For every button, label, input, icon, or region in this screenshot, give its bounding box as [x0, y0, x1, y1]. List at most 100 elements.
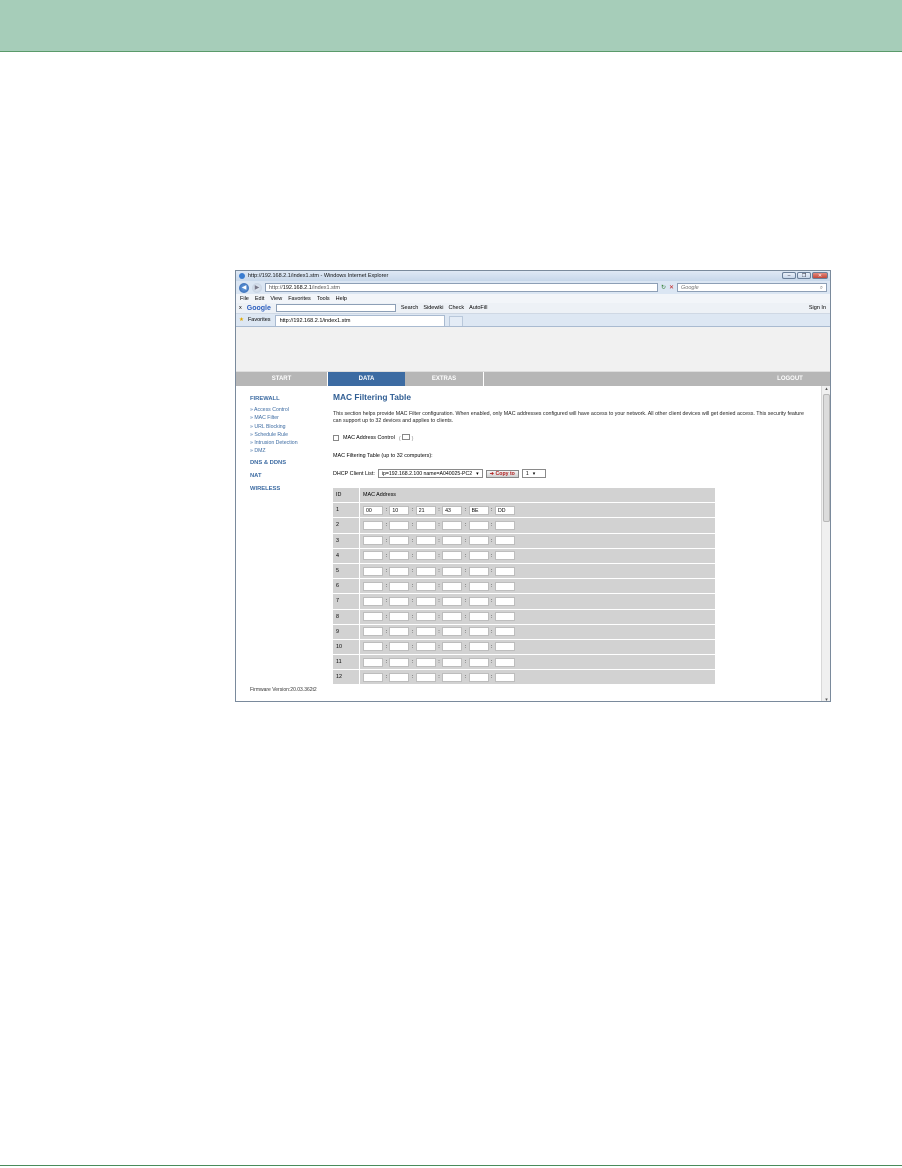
mac-octet-input[interactable] — [389, 657, 410, 667]
mac-octet-input[interactable] — [494, 642, 515, 652]
check-button[interactable]: Check — [449, 305, 465, 311]
mac-octet-input[interactable] — [442, 612, 463, 622]
sidewiki-button[interactable]: Sidewiki — [423, 305, 443, 311]
mac-octet-input[interactable] — [415, 596, 436, 606]
mac-octet-input[interactable] — [363, 627, 383, 637]
mac-octet-input[interactable] — [494, 551, 515, 561]
mac-octet-input[interactable] — [389, 672, 410, 682]
mac-octet-input[interactable] — [363, 581, 383, 591]
mac-control-checkbox[interactable] — [333, 435, 339, 441]
sidebar-item-intrusion-detection[interactable]: » Intrusion Detection — [250, 440, 328, 446]
mac-octet-input[interactable] — [468, 642, 489, 652]
scroll-thumb[interactable] — [823, 394, 830, 522]
scroll-down-icon[interactable]: ▾ — [822, 697, 830, 701]
mac-octet-input[interactable] — [468, 566, 489, 576]
mac-octet-input[interactable] — [363, 657, 383, 667]
mac-octet-input[interactable] — [415, 657, 436, 667]
google-search-input[interactable] — [275, 304, 396, 312]
search-icon[interactable]: ⌕ — [820, 284, 823, 291]
mac-octet-input[interactable] — [363, 672, 383, 682]
dhcp-client-select[interactable]: ip=192.168.2.100 name=A040025-PC2 ▾ — [377, 469, 483, 478]
copy-target-select[interactable]: 1 ▾ — [521, 469, 546, 478]
mac-octet-input[interactable] — [494, 672, 515, 682]
toolbar-close-button[interactable]: x — [239, 305, 242, 311]
mac-octet-input[interactable] — [494, 657, 515, 667]
close-window-icon[interactable]: ✕ — [812, 272, 828, 279]
favorites-button[interactable]: Favorites — [248, 317, 271, 323]
browser-tab-active[interactable]: http://192.168.2.1/index1.stm — [274, 315, 445, 326]
minimize-icon[interactable]: – — [782, 272, 796, 279]
refresh-icon[interactable]: ↻ — [661, 284, 666, 291]
sidebar-wireless[interactable]: WIRELESS — [250, 486, 328, 492]
sidebar-item-schedule-rule[interactable]: » Schedule Rule — [250, 432, 328, 438]
mac-octet-input[interactable] — [494, 581, 515, 591]
mac-octet-input[interactable] — [389, 566, 410, 576]
menu-favorites[interactable]: Favorites — [288, 296, 311, 302]
mac-octet-input[interactable] — [442, 627, 463, 637]
mac-octet-input[interactable] — [415, 642, 436, 652]
maximize-icon[interactable]: ❐ — [797, 272, 811, 279]
new-tab-button[interactable] — [448, 316, 463, 326]
mac-octet-input[interactable] — [468, 612, 489, 622]
sidebar-item-mac-filter[interactable]: » MAC Filter — [250, 415, 328, 421]
mac-octet-input[interactable] — [363, 566, 383, 576]
mac-octet-input[interactable] — [363, 520, 383, 530]
mac-octet-input[interactable] — [442, 581, 463, 591]
mac-octet-input[interactable] — [468, 672, 489, 682]
mac-octet-input[interactable] — [363, 612, 383, 622]
mac-octet-input[interactable]: 10 — [389, 505, 410, 515]
mac-octet-input[interactable] — [363, 642, 383, 652]
mac-octet-input[interactable]: 21 — [415, 505, 436, 515]
mac-octet-input[interactable] — [468, 581, 489, 591]
mac-octet-input[interactable] — [442, 672, 463, 682]
browser-search-input[interactable]: Google ⌕ — [677, 283, 827, 292]
mac-octet-input[interactable]: DD — [494, 505, 515, 515]
mac-octet-input[interactable] — [415, 520, 436, 530]
mac-octet-input[interactable] — [415, 551, 436, 561]
mac-octet-input[interactable] — [363, 536, 383, 546]
mac-octet-input[interactable] — [442, 566, 463, 576]
nav-data[interactable]: DATA — [328, 372, 405, 386]
sign-in-button[interactable]: Sign In — [809, 305, 826, 311]
mac-octet-input[interactable] — [415, 566, 436, 576]
mac-octet-input[interactable] — [389, 551, 410, 561]
sidebar-firewall[interactable]: FIREWALL — [250, 396, 328, 402]
sidebar-item-access-control[interactable]: » Access Control — [250, 407, 328, 413]
sidebar-dns-ddns[interactable]: DNS & DDNS — [250, 460, 328, 466]
mac-octet-input[interactable] — [389, 642, 410, 652]
back-button[interactable]: ◀ — [239, 282, 249, 293]
menu-help[interactable]: Help — [336, 296, 347, 302]
nav-logout[interactable]: LOGOUT — [750, 372, 830, 386]
mac-octet-input[interactable] — [494, 520, 515, 530]
mac-octet-input[interactable] — [494, 596, 515, 606]
mac-octet-input[interactable] — [468, 536, 489, 546]
mac-octet-input[interactable] — [389, 627, 410, 637]
mac-octet-input[interactable] — [442, 657, 463, 667]
menu-view[interactable]: View — [270, 296, 282, 302]
mac-octet-input[interactable]: 00 — [363, 505, 383, 515]
mac-octet-input[interactable] — [363, 551, 383, 561]
mac-octet-input[interactable] — [442, 551, 463, 561]
mac-octet-input[interactable] — [468, 657, 489, 667]
mac-octet-input[interactable] — [415, 536, 436, 546]
nav-extras[interactable]: EXTRAS — [405, 372, 484, 386]
menu-tools[interactable]: Tools — [317, 296, 330, 302]
mac-octet-input[interactable]: 43 — [442, 505, 463, 515]
mac-octet-input[interactable] — [494, 566, 515, 576]
mac-octet-input[interactable] — [468, 520, 489, 530]
mac-octet-input[interactable] — [389, 596, 410, 606]
sidebar-item-dmz[interactable]: » DMZ — [250, 448, 328, 454]
mac-octet-input[interactable] — [494, 612, 515, 622]
menu-file[interactable]: File — [240, 296, 249, 302]
mac-octet-input[interactable] — [442, 642, 463, 652]
scroll-up-icon[interactable]: ▴ — [822, 386, 830, 392]
mac-octet-input[interactable] — [494, 536, 515, 546]
mac-octet-input[interactable] — [363, 596, 383, 606]
mac-octet-input[interactable] — [389, 536, 410, 546]
mac-octet-input[interactable] — [468, 596, 489, 606]
mac-octet-input[interactable] — [415, 672, 436, 682]
stop-icon[interactable]: ✕ — [669, 284, 674, 291]
favorites-star-icon[interactable]: ★ — [239, 317, 244, 323]
mac-octet-input[interactable] — [442, 520, 463, 530]
mac-octet-input[interactable] — [415, 627, 436, 637]
